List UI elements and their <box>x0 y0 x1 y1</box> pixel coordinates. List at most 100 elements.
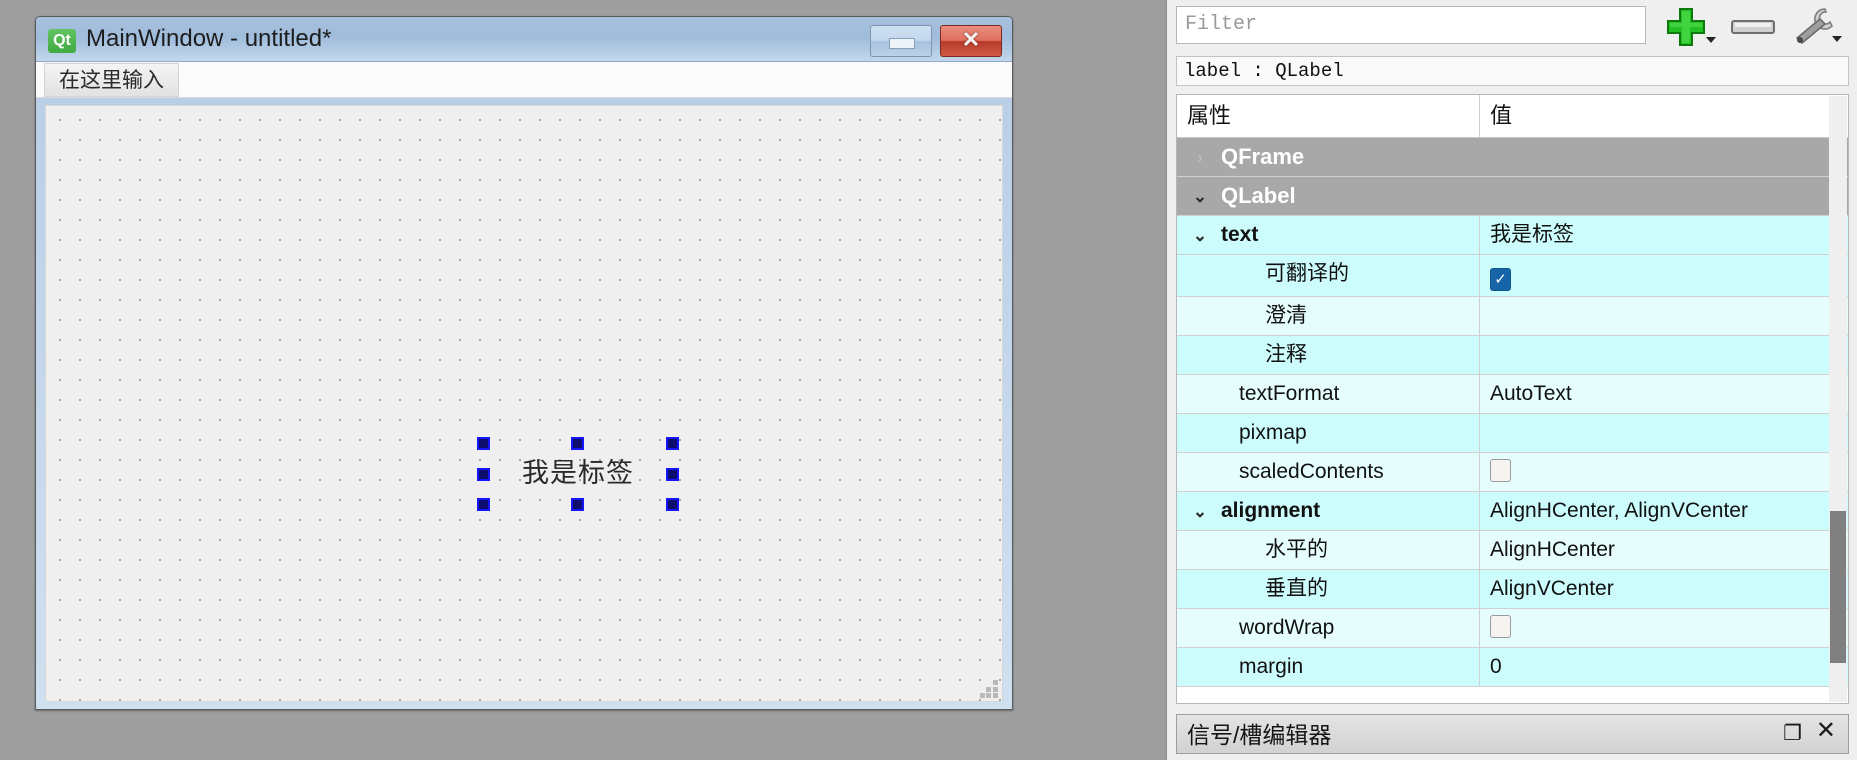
property-value-cell[interactable]: AlignVCenter <box>1479 570 1848 608</box>
filter-input[interactable]: Filter <box>1176 6 1646 44</box>
property-row[interactable]: 澄清 <box>1177 297 1848 336</box>
selection-handle-middle-left[interactable] <box>477 468 490 481</box>
property-value-cell[interactable] <box>1479 297 1848 335</box>
checkbox-off[interactable] <box>1490 459 1511 482</box>
column-header-value: 值 <box>1479 95 1848 137</box>
property-value-label: AutoText <box>1490 382 1572 405</box>
property-name-cell: textFormat <box>1177 375 1479 413</box>
property-row[interactable]: scaledContents <box>1177 453 1848 492</box>
property-name-cell: › QFrame <box>1177 138 1838 176</box>
property-name-cell: scaledContents <box>1177 453 1479 491</box>
property-name-cell: wordWrap <box>1177 609 1479 647</box>
selected-qlabel-widget[interactable]: 我是标签 <box>483 443 673 497</box>
scrollbar-thumb[interactable] <box>1830 511 1846 663</box>
property-name-label: 澄清 <box>1265 304 1307 327</box>
chevron-down-icon[interactable]: ⌄ <box>1191 188 1209 206</box>
mainwindow-menubar[interactable]: 在这里输入 <box>36 62 1012 98</box>
qt-logo-icon: Qt <box>48 29 76 53</box>
property-value-cell[interactable]: AlignHCenter, AlignVCenter <box>1479 492 1848 530</box>
property-name-label: scaledContents <box>1239 460 1384 483</box>
property-name-label: 垂直的 <box>1265 577 1328 600</box>
property-row[interactable]: 垂直的 AlignVCenter <box>1177 570 1848 609</box>
signal-slot-editor-title: 信号/槽编辑器 <box>1187 722 1332 748</box>
float-dock-icon[interactable]: ❐ <box>1783 723 1802 745</box>
property-rows: › QFrame ⌄ QLabel ⌄ text 我是标签可翻译的 ✓ 澄清注释 textForm… <box>1177 138 1848 687</box>
selection-handle-top-left[interactable] <box>477 437 490 450</box>
property-group-row[interactable]: ⌄ QLabel <box>1177 177 1848 216</box>
property-value-label: AlignHCenter <box>1490 538 1615 561</box>
selection-handle-bottom-right[interactable] <box>666 498 679 511</box>
mainwindow-title: MainWindow - untitled* <box>86 25 332 52</box>
designer-workspace: Qt MainWindow - untitled* ✕ 在这里输入 我是标签 <box>0 0 1166 760</box>
property-row[interactable]: textFormat AutoText <box>1177 375 1848 414</box>
chevron-right-icon[interactable]: › <box>1191 149 1209 167</box>
property-table-scrollbar[interactable] <box>1829 96 1847 702</box>
property-row[interactable]: ⌄ alignment AlignHCenter, AlignVCenter <box>1177 492 1848 531</box>
designed-mainwindow[interactable]: Qt MainWindow - untitled* ✕ 在这里输入 我是标签 <box>35 16 1013 710</box>
property-row[interactable]: margin 0 <box>1177 648 1848 687</box>
selection-handle-top-center[interactable] <box>571 437 584 450</box>
property-name-label: textFormat <box>1239 382 1340 405</box>
configure-button[interactable] <box>1792 6 1842 48</box>
add-dynamic-property-button[interactable] <box>1664 5 1716 49</box>
property-name-cell: 垂直的 <box>1177 570 1479 608</box>
chevron-down-icon[interactable]: ⌄ <box>1191 503 1209 521</box>
property-row[interactable]: ⌄ text 我是标签 <box>1177 216 1848 255</box>
close-button[interactable]: ✕ <box>940 25 1002 57</box>
form-canvas[interactable]: 我是标签 <box>45 105 1003 702</box>
size-grip-icon[interactable] <box>980 680 998 698</box>
property-row[interactable]: pixmap <box>1177 414 1848 453</box>
plus-icon <box>1667 8 1705 46</box>
property-value-cell[interactable]: 0 <box>1479 648 1848 686</box>
app-root: Qt MainWindow - untitled* ✕ 在这里输入 我是标签 F… <box>0 0 1857 760</box>
close-dock-icon[interactable]: ✕ <box>1816 719 1836 743</box>
selection-handle-bottom-left[interactable] <box>477 498 490 511</box>
property-value-cell[interactable]: 我是标签 <box>1479 216 1848 254</box>
property-name-label: 可翻译的 <box>1265 262 1349 285</box>
property-value-cell[interactable] <box>1479 336 1848 374</box>
property-editor-dock: Filter label: QLabel 属性 值 › QFrame ⌄ QL… <box>1166 0 1857 760</box>
configure-dropdown-caret-icon[interactable] <box>1832 36 1842 42</box>
checkbox-off[interactable] <box>1490 615 1511 638</box>
property-row[interactable]: wordWrap <box>1177 609 1848 648</box>
property-value-cell[interactable] <box>1479 453 1848 491</box>
selection-handle-top-right[interactable] <box>666 437 679 450</box>
property-value-label: AlignVCenter <box>1490 577 1614 600</box>
property-row[interactable]: 注释 <box>1177 336 1848 375</box>
property-value-cell[interactable]: ✓ <box>1479 255 1848 296</box>
property-value-label: 我是标签 <box>1490 223 1574 246</box>
minimize-icon <box>889 38 915 49</box>
property-toolbar: Filter <box>1167 4 1857 48</box>
mainwindow-titlebar[interactable]: Qt MainWindow - untitled* ✕ <box>36 17 1012 62</box>
property-row[interactable]: 水平的 AlignHCenter <box>1177 531 1848 570</box>
table-header-row: 属性 值 <box>1177 95 1848 138</box>
property-name-label: QFrame <box>1221 144 1305 169</box>
property-value-cell[interactable] <box>1479 609 1848 647</box>
chevron-down-icon[interactable]: ⌄ <box>1191 227 1209 245</box>
signal-slot-editor-dockbar[interactable]: 信号/槽编辑器 ❐ ✕ <box>1176 714 1849 754</box>
menu-type-here-placeholder[interactable]: 在这里输入 <box>44 63 179 97</box>
property-value-cell[interactable] <box>1479 414 1848 452</box>
selected-object-line: label : QLabel <box>1176 56 1849 86</box>
property-name-label: QLabel <box>1221 183 1296 208</box>
minimize-button[interactable] <box>870 25 932 57</box>
remove-dynamic-property-button[interactable] <box>1731 20 1775 34</box>
property-table[interactable]: 属性 值 › QFrame ⌄ QLabel ⌄ text 我是标签可翻译的 ✓ 澄清注释 tex… <box>1176 94 1849 704</box>
property-name-label: 注释 <box>1265 343 1307 366</box>
close-icon: ✕ <box>961 27 981 52</box>
add-dropdown-caret-icon[interactable] <box>1706 37 1716 43</box>
property-name-cell: 水平的 <box>1177 531 1479 569</box>
property-name-cell: ⌄ alignment <box>1177 492 1479 530</box>
selection-handle-middle-right[interactable] <box>666 468 679 481</box>
property-name-cell: pixmap <box>1177 414 1479 452</box>
checkbox-on[interactable]: ✓ <box>1490 268 1511 291</box>
property-row[interactable]: 可翻译的 ✓ <box>1177 255 1848 297</box>
property-value-cell[interactable]: AlignHCenter <box>1479 531 1848 569</box>
property-value-cell[interactable]: AutoText <box>1479 375 1848 413</box>
selection-handle-bottom-center[interactable] <box>571 498 584 511</box>
property-name-cell: ⌄ QLabel <box>1177 177 1838 215</box>
property-group-row[interactable]: › QFrame <box>1177 138 1848 177</box>
property-name-cell: 注释 <box>1177 336 1479 374</box>
property-name-label: pixmap <box>1239 421 1307 444</box>
property-value-label: 0 <box>1490 655 1502 678</box>
